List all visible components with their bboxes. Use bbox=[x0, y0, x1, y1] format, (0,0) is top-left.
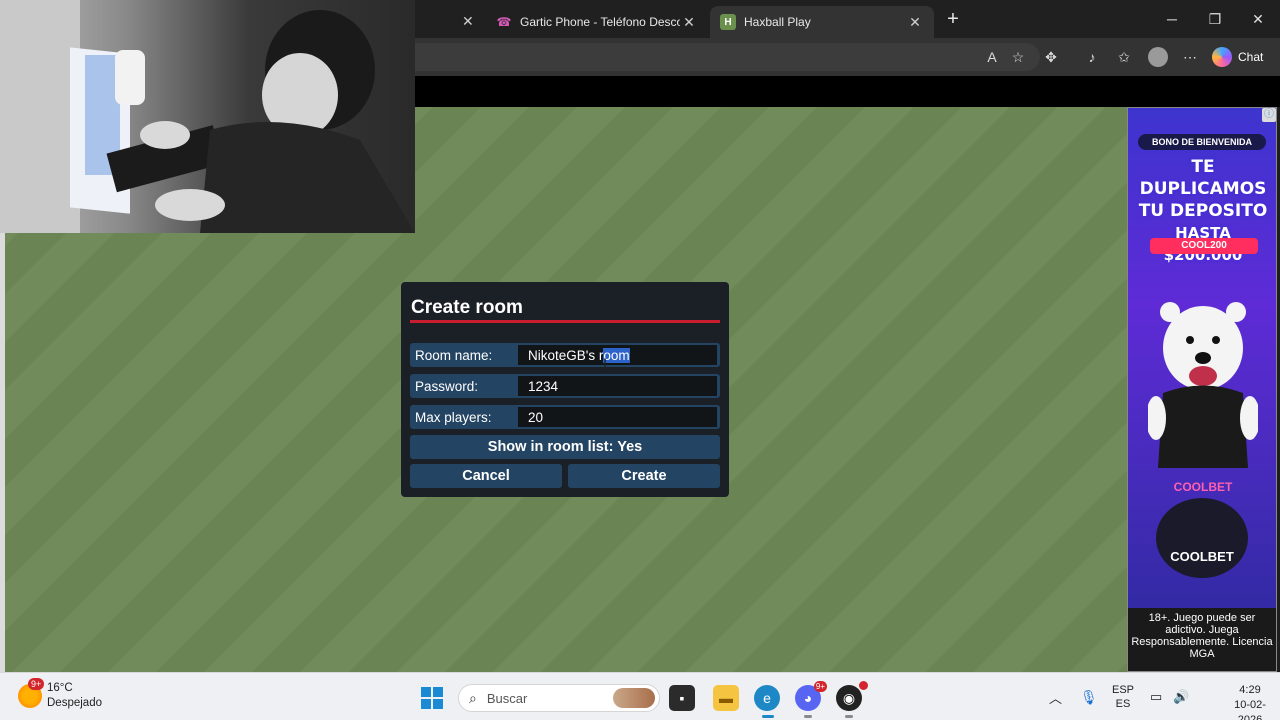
window-edge bbox=[0, 233, 5, 673]
tab-close-icon[interactable]: ✕ bbox=[462, 13, 474, 30]
password-value: 1234 bbox=[528, 378, 559, 394]
show-hidden-icons-chevron[interactable]: ︿ bbox=[1049, 673, 1062, 720]
room-name-row: Room name: NikoteGB's r oom bbox=[410, 343, 720, 367]
weather-widget[interactable]: 9+ 16°C Despejado bbox=[18, 678, 102, 711]
max-players-label: Max players: bbox=[415, 409, 492, 425]
running-app-indicator bbox=[845, 715, 853, 718]
more-options-icon[interactable]: ⋯ bbox=[1178, 45, 1202, 69]
new-tab-button[interactable]: + bbox=[940, 8, 966, 32]
active-app-indicator bbox=[762, 715, 774, 718]
file-explorer-icon[interactable]: ▬ bbox=[713, 685, 739, 711]
webcam-image bbox=[0, 0, 415, 233]
minimize-button[interactable]: ─ bbox=[1150, 0, 1194, 38]
max-players-value: 20 bbox=[528, 409, 544, 425]
windows-taskbar: 9+ 16°C Despejado ⌕ Buscar ▪ ▬ e ◕ 9+ ◉ … bbox=[0, 672, 1280, 720]
webcam-overlay bbox=[0, 0, 415, 233]
weather-badge: 9+ bbox=[28, 678, 45, 690]
room-name-selected-text: oom bbox=[603, 347, 630, 363]
weather-sun-icon: 9+ bbox=[18, 678, 45, 708]
search-highlight-image bbox=[613, 688, 655, 708]
show-in-room-list-toggle[interactable]: Show in room list: Yes bbox=[410, 435, 720, 459]
gartic-phone-icon: ☎ bbox=[496, 15, 512, 29]
chat-label: Chat bbox=[1238, 50, 1264, 64]
max-players-input[interactable]: 20 bbox=[518, 407, 717, 427]
ad-brand-small: COOLBET bbox=[1173, 480, 1233, 494]
tab-gartic-phone[interactable]: ☎ Gartic Phone - Teléfono Descompuesto ✕ bbox=[486, 6, 708, 38]
polar-bear-mascot bbox=[1148, 302, 1258, 468]
weather-temperature: 16°C bbox=[47, 682, 73, 694]
text-cursor-icon: I bbox=[603, 357, 608, 373]
obs-studio-icon[interactable]: ◉ bbox=[836, 681, 868, 711]
profile-avatar[interactable] bbox=[1148, 47, 1168, 67]
dialog-title: Create room bbox=[411, 297, 523, 318]
microphone-icon[interactable]: 🎙 bbox=[1080, 673, 1098, 720]
taskbar-search-box[interactable]: ⌕ Buscar bbox=[458, 684, 660, 712]
recording-indicator bbox=[859, 681, 868, 690]
title-divider bbox=[410, 320, 720, 323]
discord-badge: 9+ bbox=[813, 681, 827, 692]
favorites-icon[interactable]: ✩ bbox=[1112, 45, 1136, 69]
ad-headline-line: TU DEPOSITO bbox=[1138, 201, 1268, 221]
password-row: Password: 1234 bbox=[410, 374, 720, 398]
password-input[interactable]: 1234 bbox=[518, 376, 717, 396]
windows-start-button[interactable] bbox=[421, 687, 443, 709]
clock-date: 10-02-2026 bbox=[1234, 699, 1266, 720]
discord-icon[interactable]: ◕ 9+ bbox=[795, 681, 827, 711]
coolbet-advertisement[interactable]: BONO DE BIENVENIDA TE DUPLICAMOS TU DEPO… bbox=[1127, 107, 1277, 672]
performance-icon[interactable]: ♪ bbox=[1080, 45, 1104, 69]
cancel-button[interactable]: Cancel bbox=[410, 464, 562, 488]
room-name-input[interactable]: NikoteGB's r oom bbox=[518, 345, 717, 365]
haxball-icon: H bbox=[720, 14, 736, 30]
close-window-button[interactable]: ✕ bbox=[1236, 0, 1280, 38]
edge-browser-icon[interactable]: e bbox=[754, 685, 780, 711]
tab-close-icon[interactable]: ✕ bbox=[680, 14, 698, 31]
ad-brand: COOLBET bbox=[1170, 549, 1234, 564]
extensions-icon[interactable]: ✥ bbox=[1039, 45, 1063, 69]
search-icon: ⌕ bbox=[469, 689, 477, 706]
ad-legal-text: 18+. Juego puede ser adictivo. Juega Res… bbox=[1128, 608, 1276, 671]
system-clock[interactable]: 4:29 10-02-2026 bbox=[1228, 683, 1272, 720]
ad-badge: BONO DE BIENVENIDA bbox=[1138, 134, 1266, 150]
read-aloud-icon[interactable]: A bbox=[980, 45, 1004, 69]
volume-icon[interactable]: 🔊 bbox=[1173, 673, 1189, 720]
coolbet-logo: COOLBET bbox=[1156, 498, 1248, 578]
weather-condition: Despejado bbox=[47, 697, 102, 709]
max-players-row: Max players: 20 bbox=[410, 405, 720, 429]
language-code: ESP bbox=[1111, 684, 1134, 696]
tab-haxball-play[interactable]: H Haxball Play ✕ bbox=[710, 6, 934, 38]
network-icon[interactable]: ▭ bbox=[1150, 673, 1162, 720]
create-button[interactable]: Create bbox=[568, 464, 720, 488]
ad-promo-code: COOL200 bbox=[1150, 238, 1258, 254]
running-app-indicator bbox=[804, 715, 812, 718]
tab-close-icon[interactable]: ✕ bbox=[906, 14, 924, 31]
language-indicator[interactable]: ESP ES bbox=[1110, 673, 1136, 720]
copilot-icon bbox=[1212, 47, 1232, 67]
password-label: Password: bbox=[415, 378, 479, 394]
copilot-chat-button[interactable]: Chat bbox=[1212, 44, 1276, 70]
ad-info-icon[interactable]: ⓘ bbox=[1262, 108, 1276, 122]
search-label: Buscar bbox=[486, 690, 528, 706]
task-view-icon[interactable]: ▪ bbox=[669, 685, 695, 711]
create-room-dialog: Create room Room name: NikoteGB's r oom P… bbox=[401, 282, 729, 497]
clock-time: 4:29 bbox=[1239, 684, 1261, 696]
tab-title: Haxball Play bbox=[744, 15, 811, 29]
room-name-label: Room name: bbox=[415, 347, 493, 363]
screen: ✕ ☎ Gartic Phone - Teléfono Descompuesto… bbox=[0, 0, 1280, 720]
favorite-star-icon[interactable]: ☆ bbox=[1006, 45, 1030, 69]
ad-headline-line: TE DUPLICAMOS bbox=[1139, 157, 1267, 199]
tab-title: Gartic Phone - Teléfono Descompuesto bbox=[520, 15, 680, 29]
room-name-text: NikoteGB's r bbox=[528, 347, 604, 363]
restore-button[interactable]: ❐ bbox=[1193, 0, 1237, 38]
keyboard-layout: ES bbox=[1115, 698, 1131, 710]
